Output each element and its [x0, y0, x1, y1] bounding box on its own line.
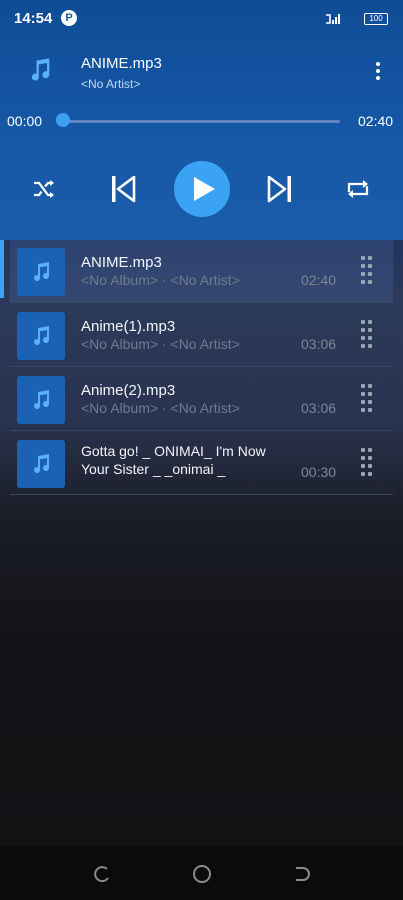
track-meta: <No Album> · <No Artist>	[81, 272, 240, 288]
total-time: 02:40	[358, 113, 394, 129]
play-icon	[194, 177, 215, 201]
player-header: 14:54 P 100 ANIME.mp3 <No Artist> 00:00 …	[0, 0, 403, 240]
active-track-indicator	[0, 240, 4, 298]
drag-handle-icon[interactable]	[360, 384, 374, 414]
music-note-icon	[34, 262, 50, 282]
track-title: Gotta go! _ ONIMAI_ I'm Now Your Sister …	[81, 443, 266, 477]
now-playing-artist: <No Artist>	[81, 77, 141, 91]
playlist-row[interactable]: Anime(2).mp3 <No Album> · <No Artist> 03…	[10, 368, 393, 431]
play-button[interactable]	[174, 161, 230, 217]
track-thumbnail	[17, 312, 65, 360]
now-playing-title: ANIME.mp3	[81, 55, 162, 72]
seek-bar[interactable]	[63, 120, 340, 123]
app-notification-icon: P	[61, 10, 77, 26]
row-divider	[10, 494, 393, 495]
track-title: Anime(1).mp3	[81, 318, 176, 335]
track-thumbnail	[17, 248, 65, 296]
back-icon[interactable]	[291, 863, 313, 885]
system-nav-bar	[0, 847, 403, 900]
skip-previous-icon[interactable]	[110, 174, 136, 204]
recents-icon[interactable]	[91, 863, 113, 885]
track-meta: <No Album> · <No Artist>	[81, 336, 240, 352]
row-divider	[10, 302, 393, 303]
drag-handle-icon[interactable]	[360, 320, 374, 350]
row-divider	[10, 366, 393, 367]
music-note-icon	[31, 58, 50, 81]
track-duration: 02:40	[301, 272, 337, 288]
current-time: 00:00	[7, 113, 43, 129]
music-note-icon	[34, 390, 50, 410]
battery-icon: 100	[364, 13, 388, 25]
network-icon	[326, 14, 340, 24]
track-title: Anime(2).mp3	[81, 382, 176, 399]
shuffle-icon[interactable]	[32, 178, 56, 200]
playlist-row[interactable]: Anime(1).mp3 <No Album> · <No Artist> 03…	[10, 304, 393, 367]
track-duration: 03:06	[301, 400, 337, 416]
status-bar: 14:54 P 100	[0, 0, 403, 40]
music-note-icon	[34, 326, 50, 346]
row-divider	[10, 430, 393, 431]
more-options-icon[interactable]	[370, 60, 386, 84]
playlist-row[interactable]: ANIME.mp3 <No Album> · <No Artist> 02:40	[10, 240, 393, 303]
seek-thumb[interactable]	[56, 113, 70, 127]
drag-handle-icon[interactable]	[360, 448, 374, 478]
drag-handle-icon[interactable]	[360, 256, 374, 286]
home-icon[interactable]	[191, 863, 213, 885]
repeat-icon[interactable]	[345, 178, 371, 200]
track-thumbnail	[17, 440, 65, 488]
skip-next-icon[interactable]	[267, 174, 293, 204]
status-time: 14:54	[14, 10, 53, 27]
track-duration: 00:30	[301, 464, 337, 480]
track-duration: 03:06	[301, 336, 337, 352]
playlist-row[interactable]: Gotta go! _ ONIMAI_ I'm Now Your Sister …	[10, 432, 393, 495]
music-note-icon	[34, 454, 50, 474]
track-title: ANIME.mp3	[81, 254, 162, 271]
track-thumbnail	[17, 376, 65, 424]
track-meta: <No Album> · <No Artist>	[81, 400, 240, 416]
